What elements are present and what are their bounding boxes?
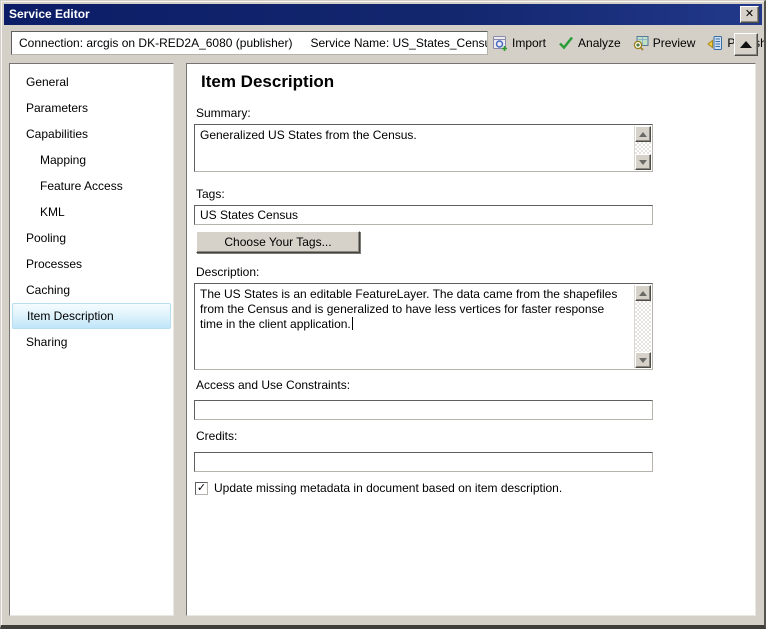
sidebar-item-capabilities[interactable]: Capabilities (12, 121, 171, 147)
service-name-text: Service Name: US_States_Census (310, 36, 488, 50)
sidebar-item-label: Pooling (26, 231, 67, 245)
sidebar-item-label: KML (40, 205, 65, 219)
import-button[interactable]: Import (492, 35, 546, 51)
sidebar-item-kml[interactable]: KML (12, 199, 171, 225)
scroll-up-icon[interactable] (635, 126, 651, 142)
sidebar-item-label: Item Description (27, 309, 114, 323)
credits-input[interactable] (194, 452, 653, 472)
analyze-button[interactable]: Analyze (558, 35, 621, 51)
sidebar-item-pooling[interactable]: Pooling (12, 225, 171, 251)
publish-icon (707, 35, 723, 51)
scroll-down-icon[interactable] (635, 352, 651, 368)
sidebar-item-processes[interactable]: Processes (12, 251, 171, 277)
sidebar-item-label: Processes (26, 257, 83, 271)
sidebar-item-feature-access[interactable]: Feature Access (12, 173, 171, 199)
toolbar-button-label: Analyze (578, 36, 621, 50)
description-textarea[interactable]: The US States is an editable FeatureLaye… (194, 283, 653, 370)
tags-label: Tags: (196, 187, 225, 201)
choose-tags-button[interactable]: Choose Your Tags... (196, 231, 360, 253)
update-metadata-label: Update missing metadata in document base… (214, 481, 563, 495)
connection-status-field: Connection: arcgis on DK-RED2A_6080 (pub… (11, 31, 488, 55)
analyze-icon (558, 35, 574, 51)
sidebar-item-label: Capabilities (26, 127, 89, 141)
summary-scrollbar[interactable] (634, 126, 651, 170)
preview-button[interactable]: Preview (633, 35, 696, 51)
description-text: The US States is an editable FeatureLaye… (200, 287, 618, 331)
description-scrollbar[interactable] (634, 285, 651, 368)
sidebar-item-label: Sharing (26, 335, 68, 349)
collapse-toolbar-button[interactable] (734, 33, 758, 56)
sidebar-item-item-description[interactable]: Item Description (12, 303, 171, 329)
chevron-up-icon (740, 41, 752, 48)
settings-nav-sidebar: General Parameters Capabilities Mapping Feat… (9, 63, 174, 616)
summary-text: Generalized US States from the Census. (200, 128, 417, 142)
access-constraints-label: Access and Use Constraints: (196, 378, 351, 392)
close-icon: ✕ (744, 8, 755, 20)
update-metadata-checkbox[interactable]: ✓ (195, 481, 208, 495)
sidebar-item-caching[interactable]: Caching (12, 277, 171, 303)
import-icon (492, 35, 508, 51)
sidebar-item-sharing[interactable]: Sharing (12, 329, 171, 355)
scroll-down-icon[interactable] (635, 154, 651, 170)
sidebar-item-label: General (26, 75, 69, 89)
tags-input[interactable] (194, 205, 653, 225)
title-bar[interactable]: Service Editor ✕ (4, 4, 762, 25)
sidebar-item-label: Mapping (40, 153, 87, 167)
sidebar-item-parameters[interactable]: Parameters (12, 95, 171, 121)
sidebar-item-label: Caching (26, 283, 71, 297)
description-label: Description: (196, 265, 260, 279)
summary-label: Summary: (196, 106, 251, 120)
access-constraints-input[interactable] (194, 400, 653, 420)
preview-icon (633, 35, 649, 51)
text-caret (351, 317, 353, 330)
sidebar-item-general[interactable]: General (12, 69, 171, 95)
sidebar-item-mapping[interactable]: Mapping (12, 147, 171, 173)
close-button[interactable]: ✕ (740, 6, 759, 23)
credits-label: Credits: (196, 429, 238, 443)
scroll-up-icon[interactable] (635, 285, 651, 301)
sidebar-item-label: Feature Access (40, 179, 123, 193)
window-title: Service Editor (9, 7, 90, 21)
item-description-panel: Item Description Summary: Generalized US… (186, 63, 756, 616)
toolbar-button-label: Preview (652, 36, 696, 50)
service-editor-dialog: Service Editor ✕ Connection: arcgis on D… (0, 0, 766, 629)
toolbar-buttons: ImportAnalyzePreviewPublish (492, 31, 764, 55)
sidebar-item-label: Parameters (26, 101, 89, 115)
connection-text: Connection: arcgis on DK-RED2A_6080 (pub… (19, 36, 293, 50)
summary-textarea[interactable]: Generalized US States from the Census. (194, 124, 653, 172)
toolbar-button-label: Import (512, 36, 547, 50)
page-title: Item Description (201, 72, 335, 91)
